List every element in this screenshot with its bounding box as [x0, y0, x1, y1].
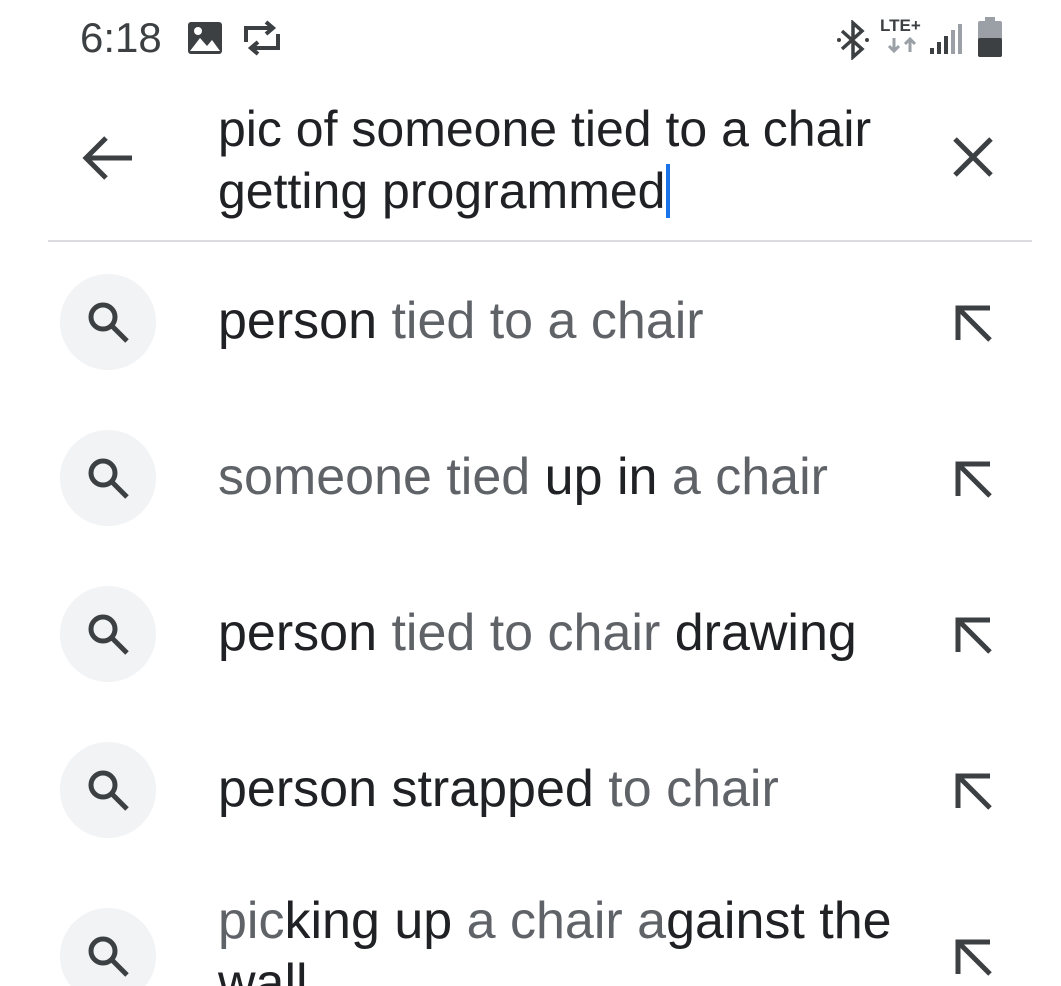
suggestion-part: tied to a chair [377, 292, 704, 350]
suggestion-part: tied to chair [377, 604, 675, 662]
search-icon [60, 274, 156, 370]
lte-label: LTE+ [880, 16, 921, 35]
suggestion-part: a chair a [452, 892, 667, 950]
suggestion-part: person strapped [218, 760, 594, 818]
suggestion-part: a chair [657, 448, 828, 506]
suggestion-part: someone tied [218, 448, 545, 506]
suggestion-part: person [218, 604, 377, 662]
suggestion-text: someone tied up in a chair [218, 446, 828, 508]
lte-icon: LTE+ [880, 16, 921, 54]
suggestion-text: person strapped to chair [218, 758, 779, 820]
bluetooth-icon [836, 19, 870, 65]
battery-icon [976, 16, 1004, 63]
search-query-text: pic of someone tied to a chair getting p… [218, 101, 872, 219]
suggestion-item[interactable]: person tied to chair drawing [0, 554, 1061, 710]
search-icon [60, 586, 156, 682]
search-icon [60, 742, 156, 838]
suggestion-text: person tied to a chair [218, 290, 704, 352]
signal-icon [928, 20, 964, 61]
image-icon [186, 20, 224, 61]
search-bar: pic of someone tied to a chair getting p… [0, 90, 1061, 240]
text-caret [666, 164, 671, 218]
suggestion-text: picking up a chair against the wall [218, 890, 898, 986]
suggestion-part: drawing [674, 604, 857, 662]
suggestion-part: to chair [593, 760, 779, 818]
status-time: 6:18 [80, 14, 162, 61]
suggestion-part: person [218, 292, 377, 350]
arrow-up-left-icon[interactable] [948, 454, 998, 504]
search-icon [60, 908, 156, 986]
suggestion-part: pic [218, 892, 285, 950]
arrow-up-left-icon[interactable] [948, 610, 998, 660]
arrow-left-icon[interactable] [78, 130, 138, 186]
suggestion-item[interactable]: person tied to a chair [0, 242, 1061, 398]
arrow-up-left-icon[interactable] [948, 298, 998, 348]
search-icon [60, 430, 156, 526]
status-bar: 6:18 LTE+ [0, 0, 1061, 80]
suggestion-part: up in [544, 448, 658, 506]
sync-icon [240, 18, 284, 63]
arrow-up-left-icon[interactable] [948, 932, 998, 982]
suggestion-item[interactable]: picking up a chair against the wall [0, 866, 1061, 986]
suggestion-text: person tied to chair drawing [218, 602, 857, 664]
search-input[interactable]: pic of someone tied to a chair getting p… [218, 98, 898, 222]
suggestion-item[interactable]: person strapped to chair [0, 710, 1061, 866]
arrow-up-left-icon[interactable] [948, 766, 998, 816]
close-icon[interactable] [948, 132, 998, 182]
suggestion-item[interactable]: someone tied up in a chair [0, 398, 1061, 554]
suggestion-part: king up [284, 892, 453, 950]
